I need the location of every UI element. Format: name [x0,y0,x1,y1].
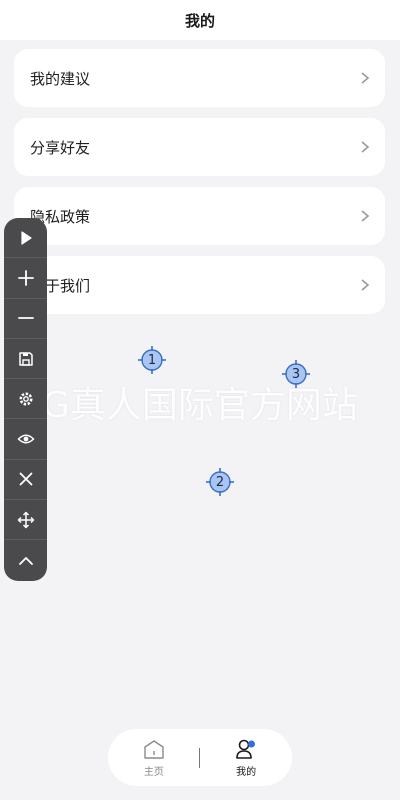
minus-icon [17,317,34,320]
menu-item-suggestions[interactable]: 我的建议 [14,49,385,107]
nav-item-mine[interactable]: 我的 [216,738,276,778]
floating-toolbar [4,218,47,581]
chevron-right-icon [361,210,370,222]
top-header: 我的 [0,0,400,40]
play-icon [20,231,32,245]
target-number: 2 [215,474,225,490]
chevron-right-icon [361,141,370,153]
preview-button[interactable] [4,419,47,460]
add-button[interactable] [4,258,47,299]
nav-divider [199,747,201,768]
page-title: 我的 [184,11,215,30]
nav-label-home: 主页 [143,766,164,778]
settings-icon [19,392,32,406]
tap-target-2[interactable]: 2 [206,468,234,496]
nav-label-mine: 我的 [236,766,257,778]
eye-icon [16,434,35,444]
save-icon [18,351,33,366]
tap-target-1[interactable]: 1 [138,346,166,374]
menu-item-share[interactable]: 分享好友 [14,118,385,176]
nav-item-home[interactable]: 主页 [124,738,184,778]
collapse-button[interactable] [4,540,47,580]
chevron-right-icon [361,279,370,291]
move-button[interactable] [4,500,47,541]
profile-icon [236,739,256,759]
menu-item-label: 分享好友 [30,138,91,157]
chevron-right-icon [361,72,370,84]
home-icon [144,739,164,759]
close-icon [19,473,32,486]
target-number: 1 [147,352,157,368]
menu-item-about[interactable]: 关于我们 [14,256,385,314]
settings-button[interactable] [4,379,47,420]
close-button[interactable] [4,460,47,501]
bottom-nav: 主页 我的 [108,729,292,786]
plus-icon [17,270,34,286]
menu-item-privacy[interactable]: 隐私政策 [14,187,385,245]
save-button[interactable] [4,339,47,380]
play-button[interactable] [4,218,47,259]
menu-item-label: 我的建议 [30,69,91,88]
move-icon [17,511,34,528]
remove-button[interactable] [4,299,47,339]
chevron-up-icon [18,556,33,565]
watermark-text: AG真人国际官方网站 [18,385,358,426]
